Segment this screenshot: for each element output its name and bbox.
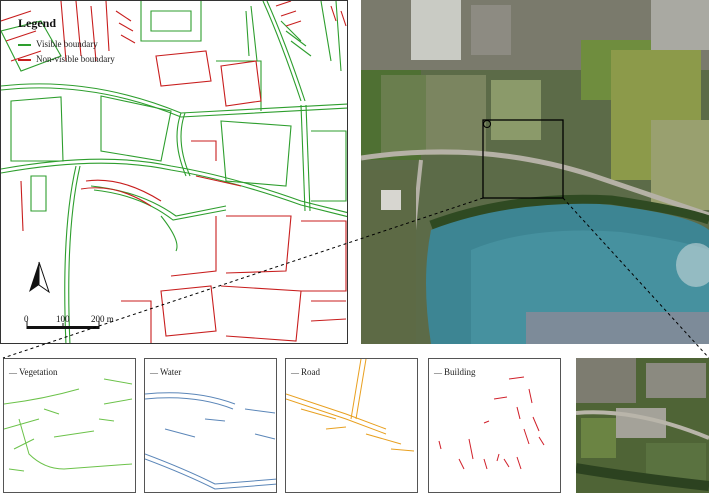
legend-nonvisible: Non-visible boundary [18,54,115,64]
road-panel: Road [285,358,418,493]
building-lines [438,376,545,470]
aerial-rendering [361,0,709,344]
vegetation-panel: Vegetation [3,358,136,493]
aerial-zoom [576,358,709,493]
scale-label-0: 0 [24,314,29,324]
road-lines [286,359,415,452]
water-lines [145,392,276,490]
north-arrow-icon [29,261,50,294]
aerial-zoom-rendering [576,358,709,493]
nonvisible-swatch [18,58,31,61]
boundary-map: Legend Visible boundary Non-visible boun… [0,0,348,344]
legend-visible-label: Visible boundary [36,39,98,49]
legend-visible: Visible boundary [18,39,98,49]
vegetation-lines [4,378,133,472]
legend-title: Legend [18,16,57,30]
boundary-lines [1,1,347,343]
scale-label-100: 100 [56,314,70,324]
water-panel: Water [144,358,277,493]
legend-nonvisible-label: Non-visible boundary [36,54,115,64]
visible-swatch [18,43,31,46]
aerial-photo [361,0,709,344]
building-panel: Building [428,358,561,493]
scale-label-200: 200 m [91,314,114,324]
